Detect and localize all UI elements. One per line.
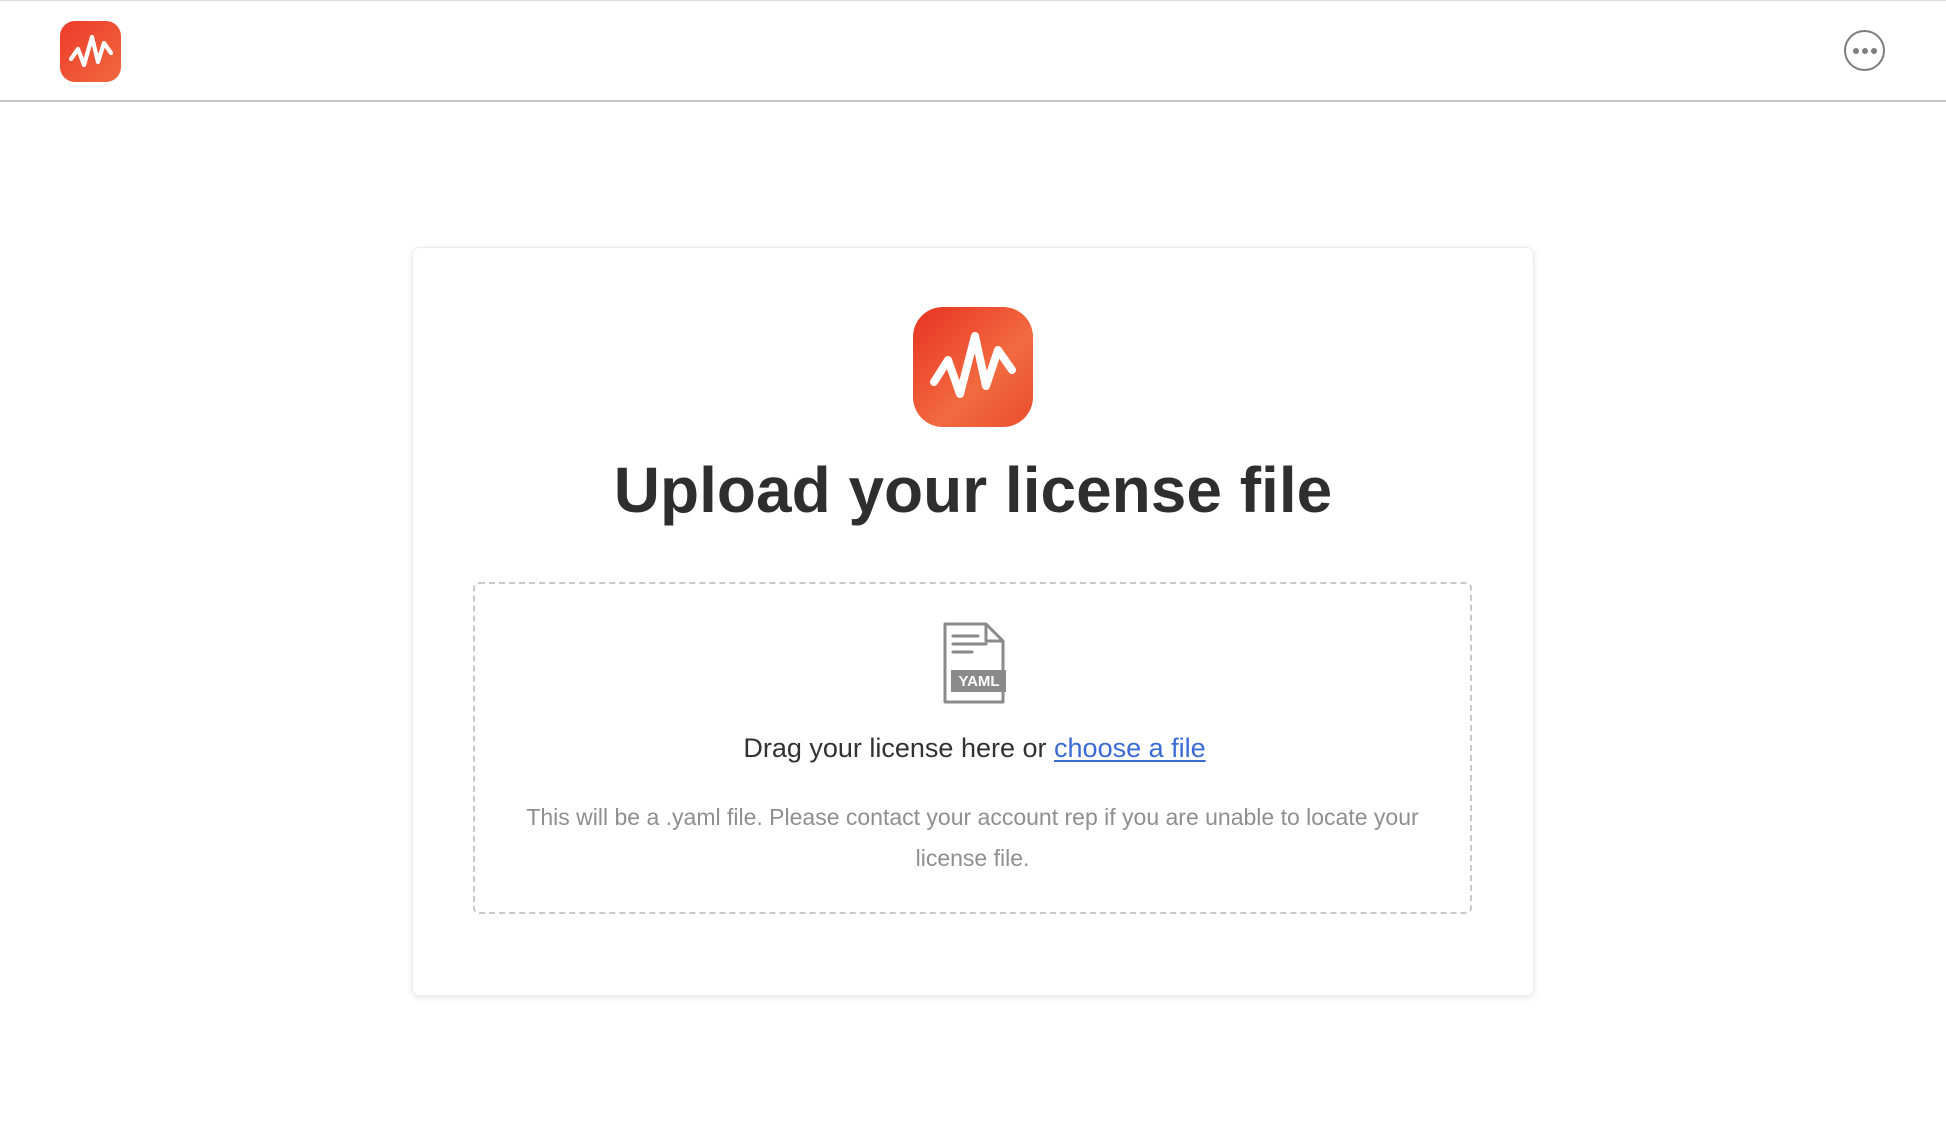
drag-text: Drag your license here or bbox=[743, 733, 1047, 763]
help-text: This will be a .yaml file. Please contac… bbox=[526, 804, 1419, 871]
brand-logo-icon bbox=[913, 307, 1033, 427]
ellipsis-icon bbox=[1852, 47, 1877, 54]
waveform-icon bbox=[930, 332, 1016, 398]
license-dropzone[interactable]: YAML Drag your license here or choose a … bbox=[473, 582, 1472, 914]
waveform-icon bbox=[68, 34, 113, 67]
top-bar bbox=[0, 0, 1946, 102]
choose-file-link[interactable]: choose a file bbox=[1054, 733, 1206, 763]
drag-instruction: Drag your license here or choose a file bbox=[475, 730, 1474, 766]
upload-license-card: Upload your license file YAML Drag your … bbox=[413, 248, 1533, 995]
more-options-button[interactable] bbox=[1844, 30, 1885, 71]
page-title: Upload your license file bbox=[613, 454, 1333, 526]
app-logo-icon[interactable] bbox=[60, 21, 121, 82]
file-badge-label: YAML bbox=[958, 673, 999, 690]
yaml-file-icon: YAML bbox=[942, 622, 1006, 704]
